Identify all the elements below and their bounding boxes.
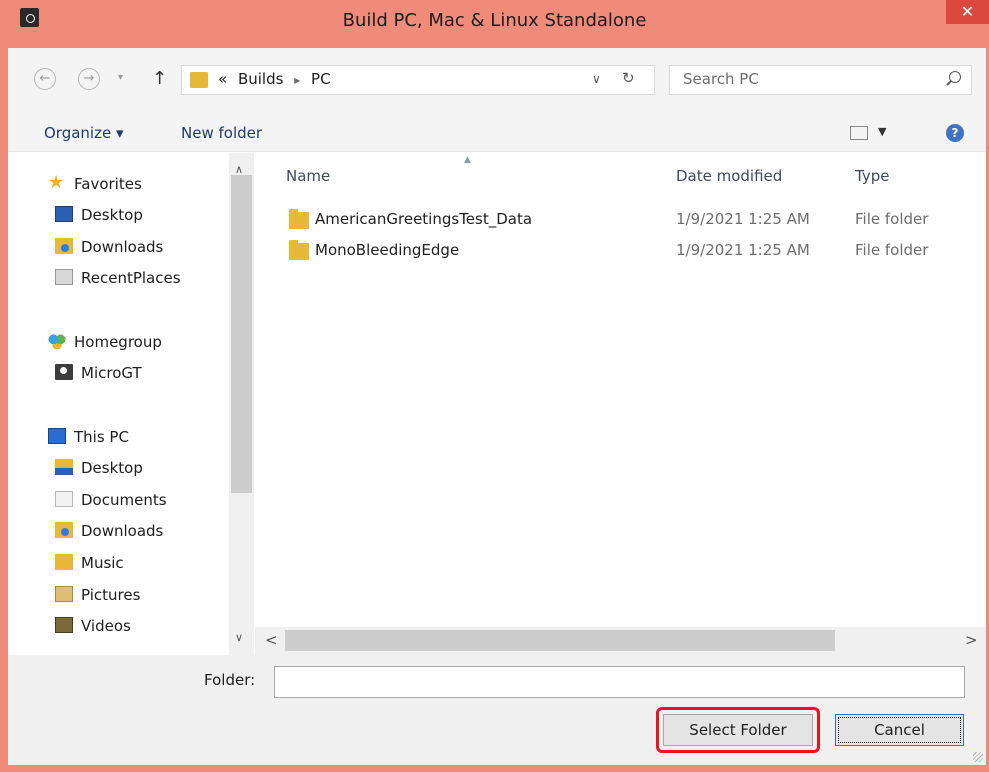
star-icon: ★: [48, 171, 65, 193]
column-header-label: Name: [286, 167, 331, 185]
recent-locations-dropdown[interactable]: ▾: [118, 72, 123, 83]
address-dropdown-button[interactable]: ∨: [592, 72, 601, 86]
folder-label: Folder:: [204, 671, 256, 689]
nav-item-microgt[interactable]: MicroGT: [55, 363, 142, 390]
file-type: File folder: [855, 241, 929, 259]
nav-item-label: Downloads: [81, 238, 164, 256]
downloads-folder-icon: [55, 237, 73, 254]
navigation-bar: ← → ▾ ↑ « Builds ▸ PC ∨ ↻ Search PC: [8, 48, 986, 116]
nav-item-label: Homegroup: [74, 333, 162, 351]
nav-item-label: Pictures: [81, 586, 141, 604]
navpane-vertical-scrollbar[interactable]: ∧ ∨: [229, 153, 254, 655]
nav-item-homegroup[interactable]: Homegroup: [48, 332, 162, 359]
user-icon: [55, 363, 73, 380]
refresh-icon[interactable]: ↻: [622, 69, 635, 87]
view-options-icon[interactable]: [850, 126, 868, 140]
sort-ascending-icon: ▲: [464, 155, 471, 165]
search-input[interactable]: Search PC: [683, 70, 759, 88]
resize-grip-icon[interactable]: [973, 752, 983, 762]
file-row[interactable]: AmericanGreetingsTest_Data 1/9/2021 1:25…: [255, 205, 986, 235]
new-folder-button[interactable]: New folder: [181, 124, 262, 142]
close-button[interactable]: ✕: [946, 0, 989, 24]
file-date: 1/9/2021 1:25 AM: [676, 241, 810, 259]
desktop-folder-icon: [55, 458, 73, 475]
scroll-thumb[interactable]: [285, 630, 835, 651]
file-list: Name ▲ Date modified Type AmericanGreeti…: [255, 153, 986, 627]
column-header-type[interactable]: Type: [855, 167, 889, 185]
nav-item-label: Favorites: [74, 175, 142, 193]
nav-item-desktop[interactable]: Desktop: [55, 205, 143, 232]
search-icon[interactable]: [949, 71, 961, 83]
nav-item-label: RecentPlaces: [81, 269, 181, 287]
file-name: MonoBleedingEdge: [315, 241, 460, 259]
folder-icon: [289, 240, 309, 260]
nav-item-pc-downloads[interactable]: Downloads: [55, 521, 164, 548]
homegroup-icon: [48, 332, 66, 349]
documents-icon: [55, 490, 73, 507]
address-bar[interactable]: « Builds ▸ PC ∨ ↻: [181, 65, 655, 95]
music-folder-icon: [55, 553, 73, 570]
nav-item-label: Desktop: [81, 459, 143, 477]
breadcrumb-item-builds[interactable]: Builds: [238, 70, 283, 88]
cancel-button[interactable]: Cancel: [835, 714, 964, 746]
file-name: AmericanGreetingsTest_Data: [315, 210, 533, 228]
nav-item-label: Videos: [81, 617, 131, 635]
nav-item-downloads[interactable]: Downloads: [55, 237, 164, 264]
scroll-thumb[interactable]: [231, 175, 252, 493]
pictures-folder-icon: [55, 585, 73, 602]
nav-item-label: Desktop: [81, 206, 143, 224]
organize-menu-button[interactable]: Organize ▾: [44, 124, 124, 142]
dialog-window: Build PC, Mac & Linux Standalone ✕ ← → ▾…: [0, 0, 989, 772]
window-title: Build PC, Mac & Linux Standalone: [342, 10, 647, 31]
breadcrumb: « Builds ▸ PC: [218, 70, 331, 88]
navigation-pane: ★ Favorites Desktop Downloads RecentPlace…: [8, 153, 255, 655]
breadcrumb-item-pc[interactable]: PC: [311, 70, 331, 88]
search-box[interactable]: Search PC: [669, 65, 972, 95]
breadcrumb-overflow[interactable]: «: [218, 70, 227, 88]
nav-item-videos[interactable]: Videos: [55, 616, 131, 643]
nav-item-label: This PC: [74, 428, 129, 446]
help-icon[interactable]: ?: [946, 124, 964, 142]
nav-item-pictures[interactable]: Pictures: [55, 585, 141, 612]
scroll-down-arrow[interactable]: ∨: [235, 631, 243, 644]
file-row[interactable]: MonoBleedingEdge 1/9/2021 1:25 AM File f…: [255, 236, 986, 266]
downloads-folder-icon: [55, 521, 73, 538]
file-date: 1/9/2021 1:25 AM: [676, 210, 810, 228]
scroll-right-arrow[interactable]: >: [965, 631, 978, 649]
select-folder-highlight: [656, 707, 820, 753]
dialog-footer: Folder: Select Folder Cancel: [8, 655, 986, 765]
computer-icon: [48, 427, 66, 444]
scroll-left-arrow[interactable]: <: [265, 631, 278, 649]
recent-places-icon: [55, 268, 73, 285]
nav-item-label: MicroGT: [81, 364, 142, 382]
nav-item-music[interactable]: Music: [55, 553, 124, 580]
folder-name-input[interactable]: [274, 666, 965, 698]
nav-item-recentplaces[interactable]: RecentPlaces: [55, 268, 181, 295]
nav-item-this-pc[interactable]: This PC: [48, 427, 129, 454]
folder-icon: [289, 209, 309, 229]
nav-item-label: Music: [81, 554, 124, 572]
nav-item-label: Documents: [81, 491, 167, 509]
nav-item-pc-desktop[interactable]: Desktop: [55, 458, 143, 485]
back-button[interactable]: ←: [34, 68, 56, 90]
nav-item-documents[interactable]: Documents: [55, 490, 167, 517]
file-type: File folder: [855, 210, 929, 228]
command-toolbar: Organize ▾ New folder ▼ ?: [8, 116, 986, 152]
filelist-horizontal-scrollbar[interactable]: < >: [255, 627, 986, 655]
view-options-dropdown[interactable]: ▼: [878, 125, 886, 138]
nav-item-label: Downloads: [81, 522, 164, 540]
column-header-date[interactable]: Date modified: [676, 167, 782, 185]
dialog-client-area: ← → ▾ ↑ « Builds ▸ PC ∨ ↻ Search PC Orga…: [8, 48, 986, 765]
column-header-name[interactable]: Name: [286, 167, 330, 185]
title-bar[interactable]: Build PC, Mac & Linux Standalone ✕: [0, 0, 989, 40]
nav-item-favorites[interactable]: ★ Favorites: [48, 171, 142, 201]
breadcrumb-separator[interactable]: ▸: [294, 73, 300, 87]
folder-icon: [190, 72, 208, 88]
forward-button[interactable]: →: [78, 68, 100, 90]
desktop-icon: [55, 205, 73, 222]
videos-folder-icon: [55, 616, 73, 633]
up-button[interactable]: ↑: [152, 68, 167, 89]
